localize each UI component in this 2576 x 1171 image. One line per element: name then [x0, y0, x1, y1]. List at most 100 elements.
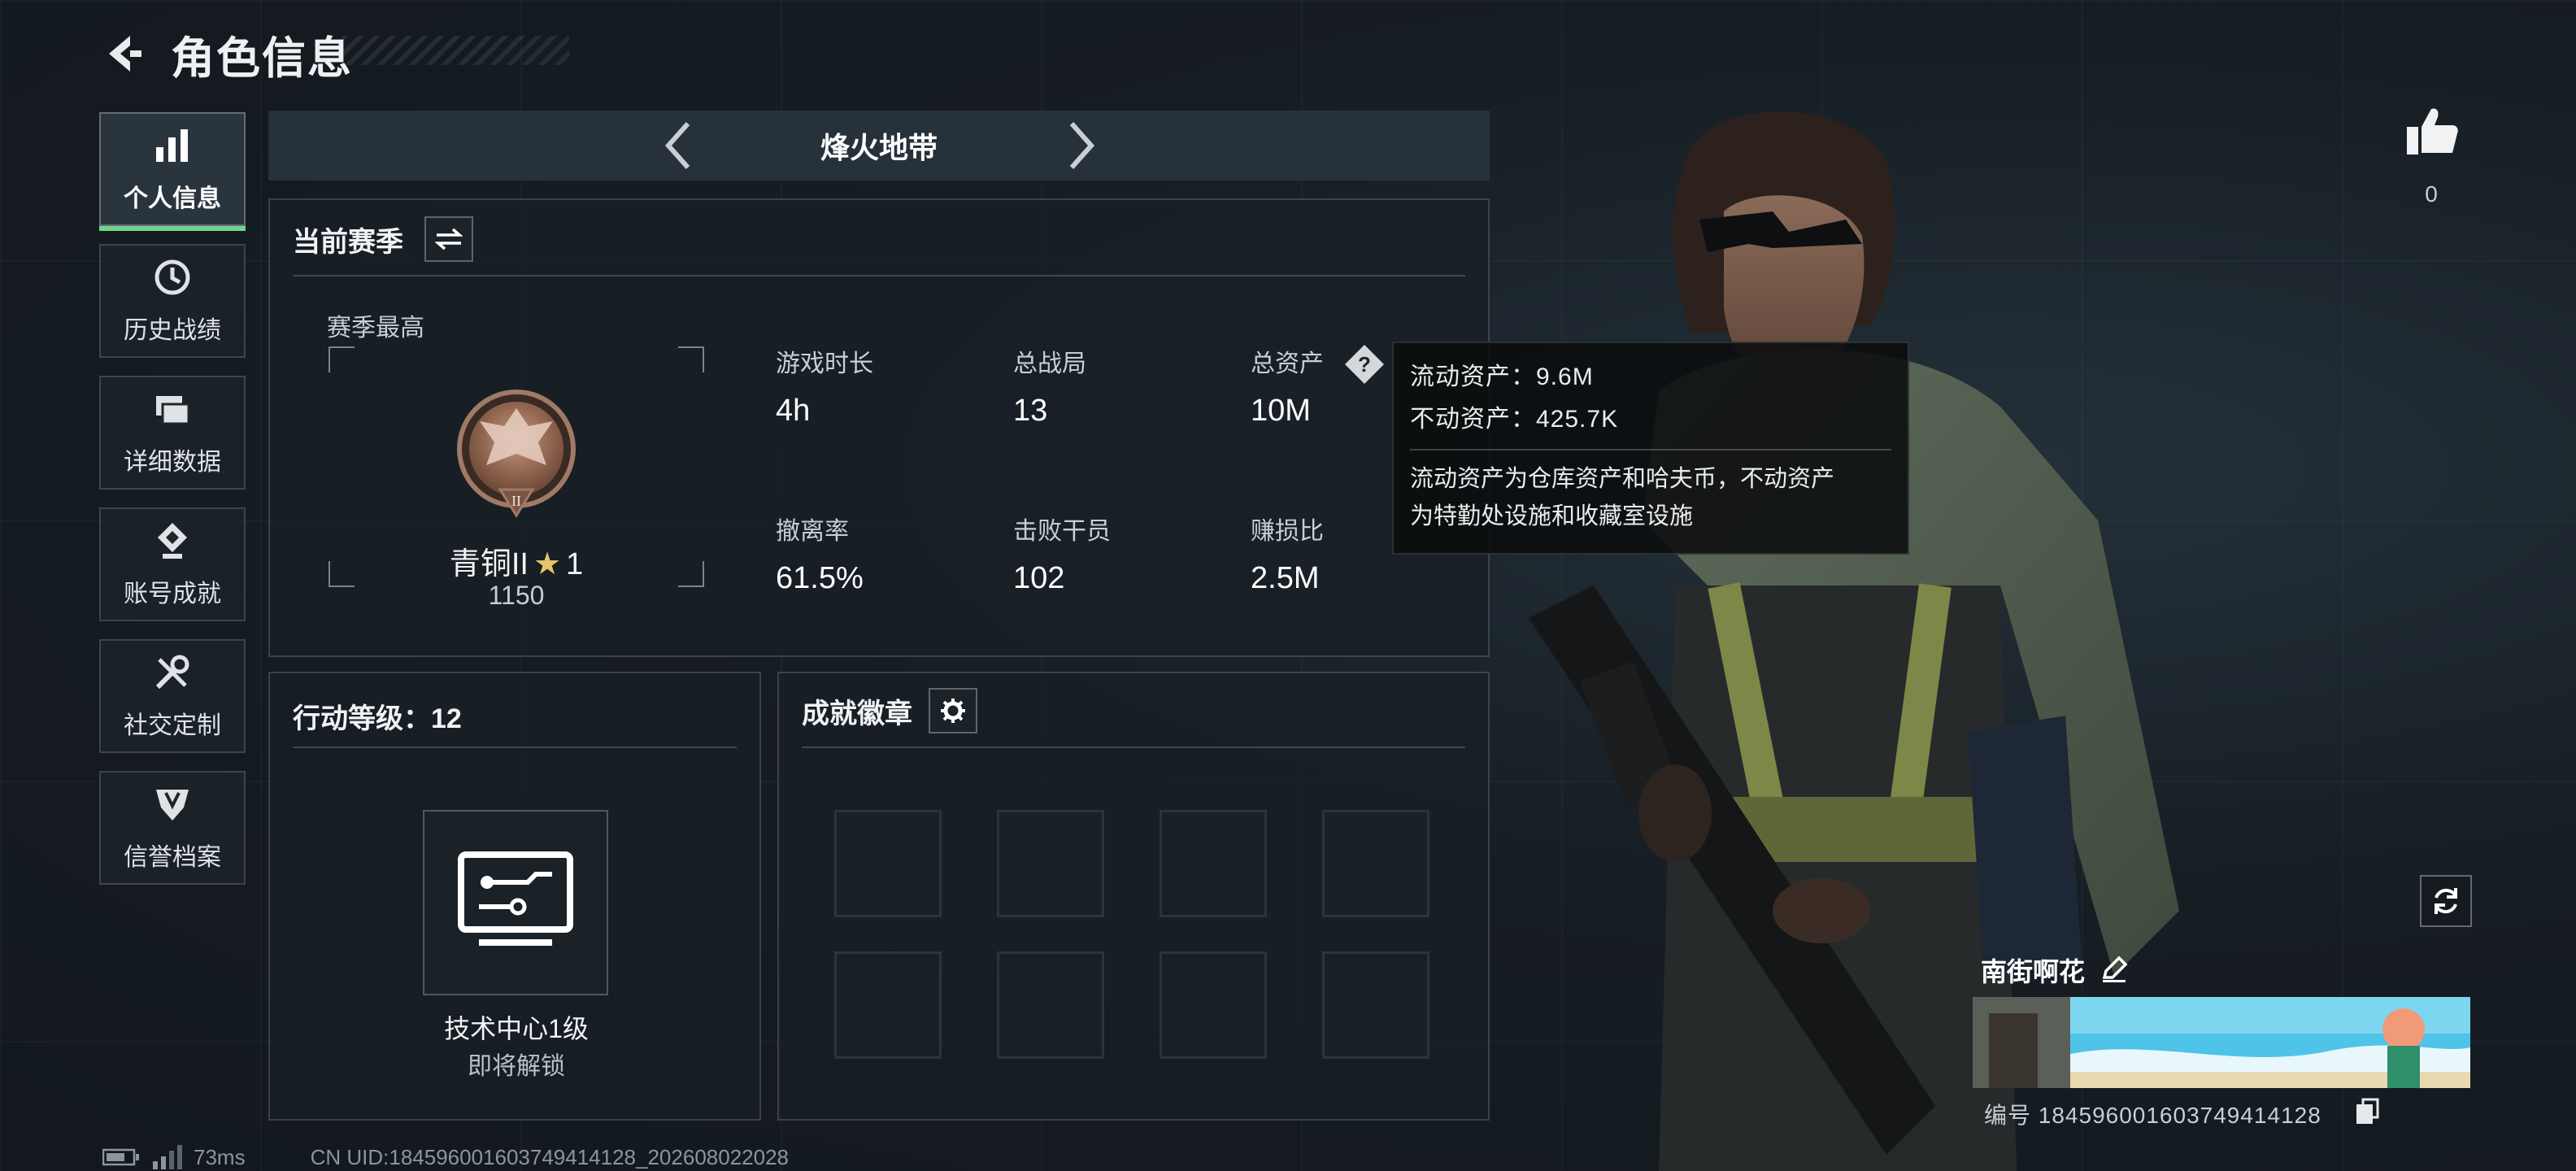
- stat-value: 10M: [1251, 394, 1311, 428]
- level-title: 行动等级：12: [293, 703, 462, 734]
- divider: [293, 747, 737, 748]
- svg-text:II: II: [511, 493, 521, 509]
- page-title: 角色信息: [171, 33, 353, 83]
- sidebar-item-achievements[interactable]: 账号成就: [99, 507, 246, 621]
- season-panel: 当前赛季 赛季最高 II 青铜II ★ 1 1150 游戏时长 4h 总战局 1…: [268, 198, 1490, 657]
- badge-settings-button[interactable]: [929, 688, 977, 734]
- stat-label: 游戏时长: [776, 350, 873, 377]
- sidebar-item-label: 历史战绩: [124, 317, 221, 344]
- history-clock-icon: [154, 259, 190, 295]
- thumbs-up-icon[interactable]: [2402, 102, 2461, 161]
- badge-slot[interactable]: [834, 810, 942, 917]
- sidebar-item-label: 信誉档案: [124, 844, 221, 871]
- battery-icon: [102, 1148, 139, 1166]
- sidebar-item-label: 个人信息: [124, 185, 221, 212]
- achievement-badges-panel: 成就徽章: [777, 672, 1490, 1121]
- rank-stars: 1: [566, 547, 584, 581]
- sidebar-item-label: 社交定制: [124, 712, 221, 739]
- profile-banner-image[interactable]: [1973, 997, 2470, 1088]
- divider: [293, 275, 1465, 276]
- folders-icon: [156, 396, 190, 425]
- signal-icon: [153, 1145, 182, 1169]
- edit-pencil-icon[interactable]: [2100, 955, 2129, 984]
- action-level-panel: 行动等级：12 技术中心1级 即将解锁: [268, 672, 761, 1121]
- rank-name: 青铜II: [449, 547, 529, 581]
- next-mode-arrow-icon[interactable]: [1049, 115, 1109, 176]
- status-footer: 73ms CN UID:1845960016037494141​28_20260…: [102, 1143, 789, 1171]
- tooltip-fixed-assets: 不动资产：425.7K: [1410, 406, 1619, 433]
- sidebar-item-label: 账号成就: [124, 581, 221, 607]
- stat-value: 4h: [776, 394, 811, 428]
- ping-text: 73ms: [194, 1144, 246, 1169]
- player-name: 南街啊花: [1981, 957, 2086, 986]
- help-icon[interactable]: ?: [1343, 343, 1386, 385]
- like-group: 0: [2391, 102, 2472, 207]
- game-profile-screen: 角色信息 个人信息 历史战绩 详细数据 账号成就 社交定制 信誉档案 烽火地带 …: [0, 0, 2576, 1171]
- tech-center-card[interactable]: [423, 810, 608, 995]
- mode-selector: 烽火地带: [268, 111, 1490, 181]
- achievement-icon: [158, 523, 187, 559]
- badge-slot[interactable]: [1322, 810, 1429, 917]
- bronze-rank-badge-icon: II: [457, 390, 576, 518]
- sidebar-item-detail-data[interactable]: 详细数据: [99, 376, 246, 490]
- back-arrow-icon[interactable]: [98, 29, 146, 78]
- stat-label: 总战局: [1013, 350, 1086, 377]
- player-id: 编号 1845960016037494141​28: [1984, 1103, 2321, 1128]
- stat-label: 赚损比: [1251, 518, 1324, 545]
- stat-kills: 击败干员 102: [1013, 511, 1111, 596]
- tooltip-description-line: 流动资产为仓库资产和哈夫币，不动资产: [1410, 466, 1835, 492]
- rank-frame: II 青铜II ★ 1 1150: [329, 346, 704, 610]
- stat-value: 13: [1013, 394, 1048, 428]
- bar-chart-icon: [156, 129, 188, 162]
- monitor-circuit-icon: [458, 851, 573, 946]
- header: 角色信息: [98, 21, 353, 86]
- badge-slot[interactable]: [997, 951, 1104, 1059]
- stat-value: 61.5%: [776, 561, 864, 595]
- stat-profit-ratio: 赚损比 2.5M: [1251, 511, 1324, 596]
- svg-text:?: ?: [1358, 352, 1371, 377]
- stat-total-assets: 总资产 10M: [1251, 343, 1324, 429]
- copy-icon[interactable]: [2355, 1098, 2379, 1125]
- tooltip-description-line: 为特勤处设施和收藏室设施: [1410, 503, 1694, 529]
- badge-slot[interactable]: [1160, 810, 1267, 917]
- stat-total-matches: 总战局 13: [1013, 343, 1086, 429]
- sidebar-item-history[interactable]: 历史战绩: [99, 244, 246, 358]
- season-title: 当前赛季: [293, 226, 403, 258]
- switch-arrows-icon: [435, 228, 463, 250]
- refresh-icon: [2435, 888, 2457, 914]
- badge-slot[interactable]: [1322, 951, 1429, 1059]
- sidebar-item-label: 详细数据: [124, 449, 221, 476]
- badges-title: 成就徽章: [802, 698, 912, 729]
- season-header: 当前赛季: [293, 216, 473, 262]
- rank-score: 1150: [488, 581, 545, 610]
- sidebar-item-personal-info[interactable]: 个人信息: [99, 112, 246, 231]
- divider: [1410, 449, 1891, 451]
- reputation-icon: [156, 790, 189, 821]
- tech-center-name: 技术中心1级: [444, 1014, 589, 1043]
- season-best-label: 赛季最高: [327, 315, 424, 342]
- assets-tooltip: 流动资产：9.6M 不动资产：425.7K 流动资产为仓库资产和哈夫币，不动资产…: [1392, 342, 1909, 555]
- tools-icon: [155, 655, 189, 690]
- gear-icon: [941, 699, 965, 723]
- tech-center-status: 即将解锁: [468, 1053, 565, 1080]
- badge-slot[interactable]: [1160, 951, 1267, 1059]
- mode-name: 烽火地带: [820, 131, 938, 164]
- star-icon: ★: [533, 547, 562, 581]
- refresh-button[interactable]: [2420, 875, 2472, 927]
- like-count: 0: [2425, 181, 2438, 207]
- stat-label: 总资产: [1251, 350, 1324, 377]
- rank-line: 青铜II ★ 1: [329, 538, 704, 583]
- badge-slot[interactable]: [834, 951, 942, 1059]
- title-decoration: [342, 36, 569, 65]
- badge-slot[interactable]: [997, 810, 1104, 917]
- divider: [802, 747, 1465, 748]
- sidebar: 个人信息 历史战绩 详细数据 账号成就 社交定制 信誉档案: [99, 112, 249, 903]
- sidebar-item-reputation[interactable]: 信誉档案: [99, 771, 246, 885]
- stat-label: 撤离率: [776, 518, 849, 545]
- sidebar-item-social[interactable]: 社交定制: [99, 639, 246, 753]
- stat-value: 2.5M: [1251, 561, 1320, 595]
- prev-mode-arrow-icon[interactable]: [651, 115, 711, 176]
- badges-header: 成就徽章: [802, 688, 977, 734]
- stat-value: 102: [1013, 561, 1065, 595]
- switch-season-button[interactable]: [424, 216, 473, 262]
